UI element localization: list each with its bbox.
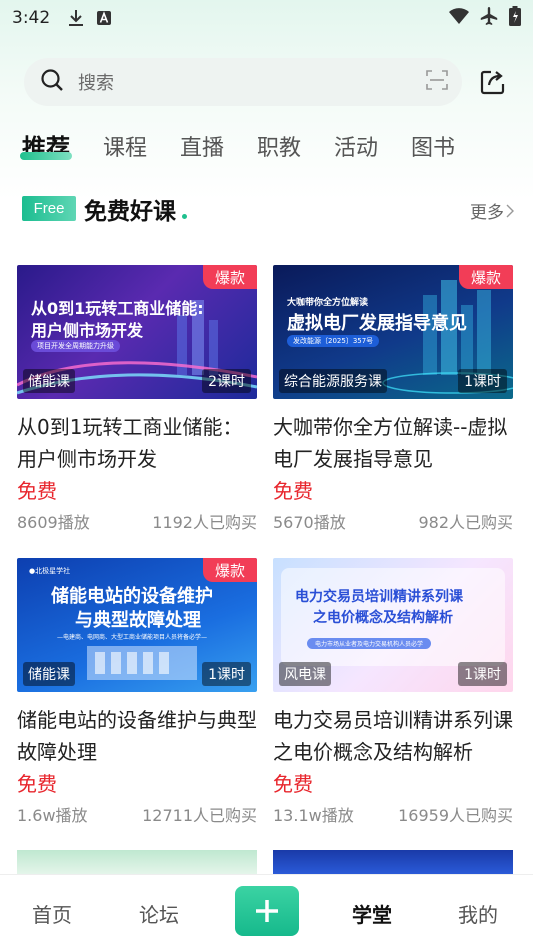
course-stats: 5670播放 982人已购买 — [273, 507, 513, 539]
tab-books[interactable]: 图书 — [411, 130, 455, 162]
course-price: 免费 — [273, 479, 313, 503]
category-badge: 储能课 — [23, 662, 75, 686]
search-box[interactable]: 搜索 — [24, 58, 462, 106]
free-tag: Free — [22, 196, 76, 221]
hot-badge: 爆款 — [459, 265, 513, 289]
play-count: 8609播放 — [17, 513, 90, 532]
thumb-title-line2: 之电价概念及结构解析 — [313, 610, 453, 626]
lesson-count: 1课时 — [458, 662, 507, 686]
category-badge: 储能课 — [23, 369, 75, 393]
more-link[interactable]: 更多 — [470, 198, 514, 223]
search-input[interactable]: 搜索 — [78, 69, 426, 95]
thumb-title-line2: 与典型故障处理 — [75, 610, 201, 631]
course-title: 电力交易员培训精讲系列课之电价概念及结构解析 — [273, 708, 513, 764]
plus-icon — [256, 900, 278, 922]
hot-badge: 爆款 — [203, 265, 257, 289]
course-stats: 8609播放 1192人已购买 — [17, 507, 257, 539]
course-thumbnail-partial[interactable] — [17, 850, 257, 874]
tab-live[interactable]: 直播 — [180, 130, 224, 162]
nav-academy[interactable]: 学堂 — [352, 899, 392, 928]
download-icon — [68, 9, 84, 27]
lesson-count: 1课时 — [458, 369, 507, 393]
share-icon[interactable] — [480, 69, 506, 95]
buyer-count: 12711人已购买 — [142, 806, 257, 825]
course-price: 免费 — [17, 772, 57, 796]
play-count: 13.1w播放 — [273, 806, 354, 825]
category-badge: 综合能源服务课 — [279, 369, 387, 393]
tab-activities[interactable]: 活动 — [334, 130, 378, 162]
search-icon — [40, 68, 64, 96]
thumb-title-line2: 虚拟电厂发展指导意见 — [287, 313, 467, 334]
thumb-subtitle: 电力市场从业者及电力交易机构人员必学 — [307, 638, 432, 649]
tab-courses[interactable]: 课程 — [103, 130, 147, 162]
thumb-subtitle: 项目开发全周期能力升级 — [31, 340, 120, 352]
course-title: 大咖带你全方位解读--虚拟电厂发展指导意见 — [273, 415, 508, 471]
course-card[interactable]: 电力交易员培训精讲系列课 之电价概念及结构解析 电力市场从业者及电力交易机构人员… — [273, 558, 513, 832]
thumb-title-line1: 电力交易员培训精讲系列课 — [295, 589, 463, 605]
lesson-count: 2课时 — [202, 369, 251, 393]
hot-badge: 爆款 — [203, 558, 257, 582]
status-bar: 3:42 — [0, 0, 533, 36]
course-thumbnail: 大咖带你全方位解读 虚拟电厂发展指导意见 发改能源〔2025〕357号 爆款 综… — [273, 265, 513, 399]
course-thumbnail: 电力交易员培训精讲系列课 之电价概念及结构解析 电力市场从业者及电力交易机构人员… — [273, 558, 513, 692]
play-count: 1.6w播放 — [17, 806, 88, 825]
buyer-count: 982人已购买 — [418, 513, 513, 532]
course-stats: 1.6w播放 12711人已购买 — [17, 800, 257, 832]
status-time: 3:42 — [12, 8, 51, 28]
lesson-count: 1课时 — [202, 662, 251, 686]
active-tab-indicator — [20, 152, 72, 160]
course-card[interactable]: 从0到1玩转工商业储能: 用户侧市场开发 项目开发全周期能力升级 爆款 储能课 … — [17, 265, 257, 539]
course-thumbnail: 从0到1玩转工商业储能: 用户侧市场开发 项目开发全周期能力升级 爆款 储能课 … — [17, 265, 257, 399]
more-label: 更多 — [470, 203, 504, 223]
course-stats: 13.1w播放 16959人已购买 — [273, 800, 513, 832]
course-thumbnail: ●北极星学社 储能电站的设备维护 与典型故障处理 —电建商、电网商、大型工商业储… — [17, 558, 257, 692]
category-tabs: 推荐 课程 直播 职教 活动 图书 — [0, 126, 533, 166]
course-price: 免费 — [273, 772, 313, 796]
course-card[interactable]: ●北极星学社 储能电站的设备维护 与典型故障处理 —电建商、电网商、大型工商业储… — [17, 558, 257, 832]
wifi-icon — [449, 8, 469, 28]
thumb-subtitle: —电建商、电网商、大型工商业储能项目人员将备必学— — [57, 634, 208, 641]
font-a-icon — [96, 10, 112, 26]
airplane-icon — [479, 6, 499, 30]
nav-home[interactable]: 首页 — [32, 899, 72, 928]
create-button[interactable] — [235, 886, 299, 936]
thumb-title-line2: 用户侧市场开发 — [31, 321, 144, 340]
title-dot — [182, 214, 187, 219]
course-title: 储能电站的设备维护与典型故障处理 — [17, 708, 257, 764]
thumb-title-line1: 大咖带你全方位解读 — [287, 298, 369, 308]
section-title: 免费好课 — [84, 199, 176, 225]
chevron-right-icon — [506, 204, 514, 217]
course-price: 免费 — [17, 479, 57, 503]
course-card[interactable]: 大咖带你全方位解读 虚拟电厂发展指导意见 发改能源〔2025〕357号 爆款 综… — [273, 265, 513, 539]
thumb-title-line1: 储能电站的设备维护 — [51, 586, 213, 607]
buyer-count: 16959人已购买 — [398, 806, 513, 825]
course-thumbnail-partial[interactable] — [273, 850, 513, 874]
course-title: 从0到1玩转工商业储能：用户侧市场开发 — [17, 415, 243, 471]
free-courses-header: Free 免费好课 更多 — [22, 192, 514, 228]
nav-profile[interactable]: 我的 — [458, 899, 498, 928]
tab-vocational[interactable]: 职教 — [257, 130, 301, 162]
nav-forum[interactable]: 论坛 — [139, 899, 179, 928]
scan-icon[interactable] — [426, 70, 448, 94]
buyer-count: 1192人已购买 — [152, 513, 257, 532]
bottom-navigation: 首页 论坛 学堂 我的 — [0, 874, 533, 947]
search-row: 搜索 — [24, 58, 514, 106]
play-count: 5670播放 — [273, 513, 346, 532]
publisher-logo-text: ●北极星学社 — [29, 567, 71, 575]
thumb-subtitle: 发改能源〔2025〕357号 — [287, 335, 380, 347]
thumb-title-line1: 从0到1玩转工商业储能: — [31, 299, 204, 318]
category-badge: 风电课 — [279, 662, 331, 686]
battery-icon — [509, 6, 521, 30]
